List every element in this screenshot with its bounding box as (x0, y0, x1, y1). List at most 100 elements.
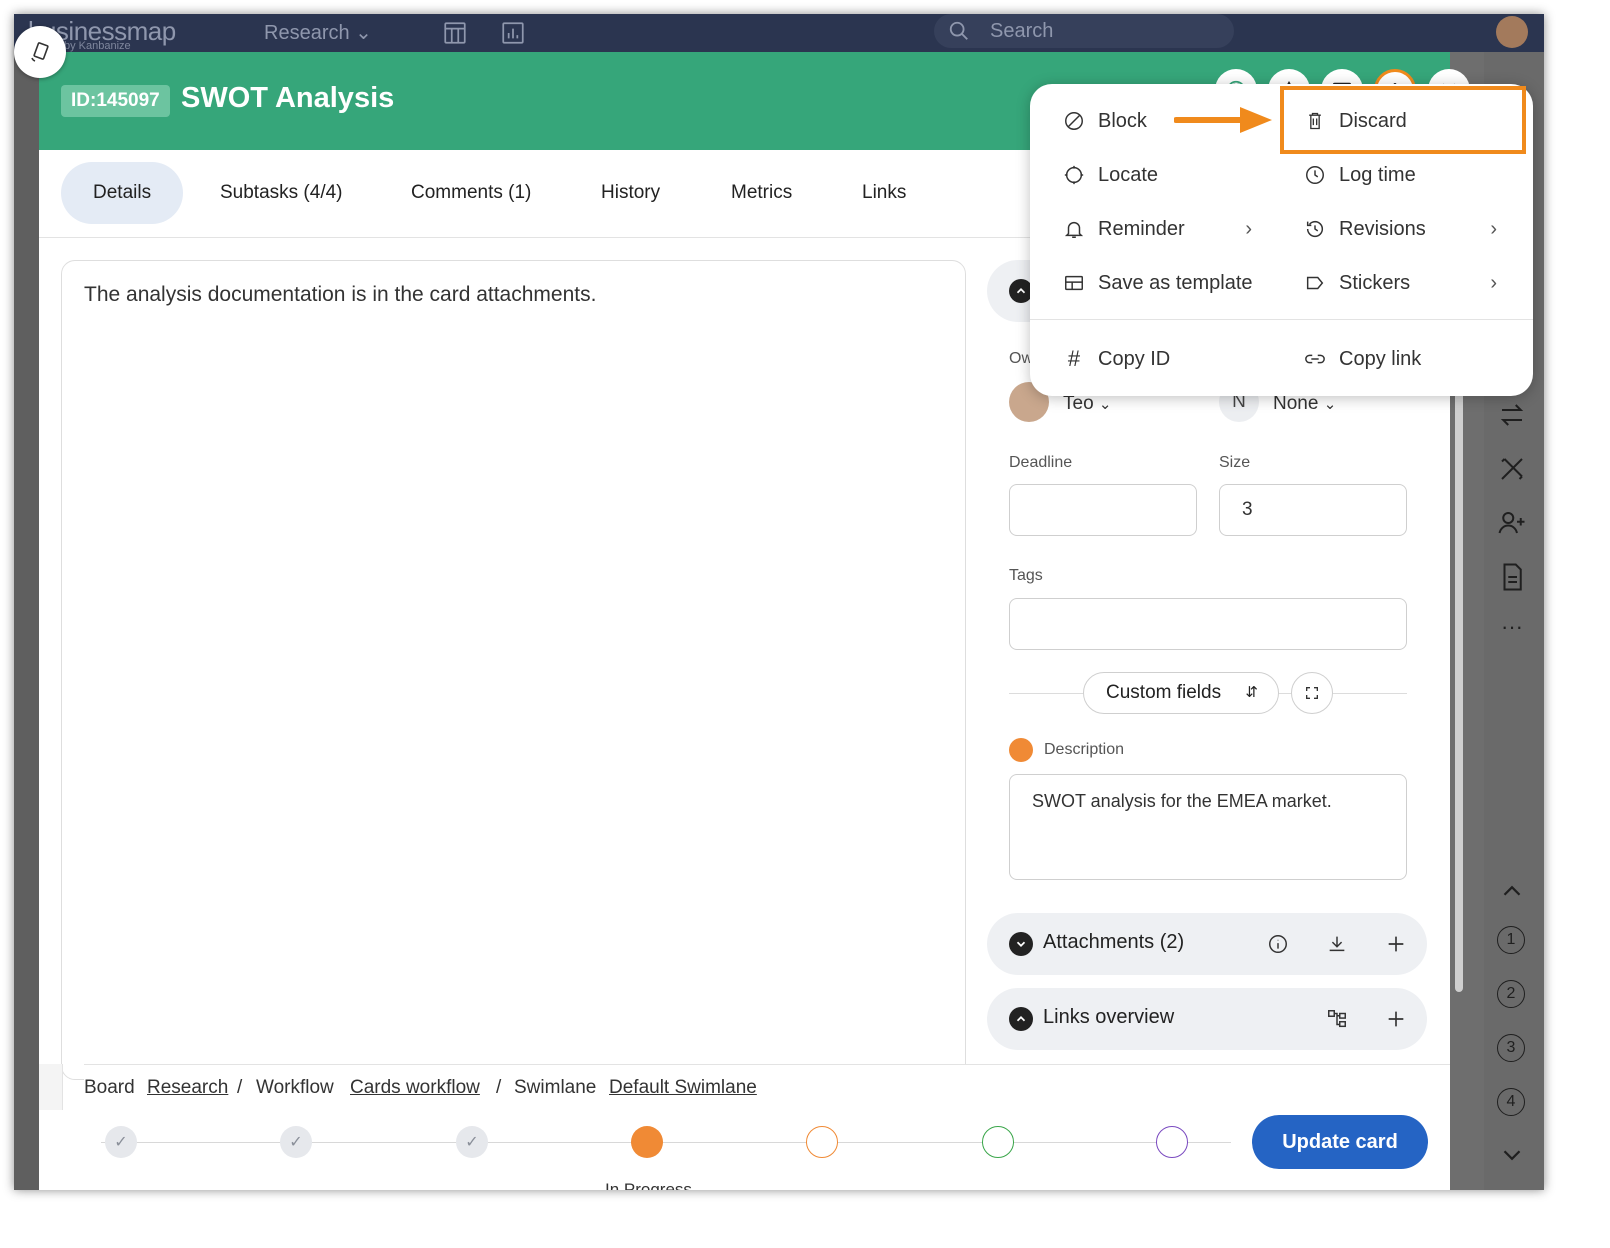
workflow-progress: ✓ ✓ ✓ In Progress Update card (39, 1110, 1450, 1190)
menu-item-revisions[interactable]: Revisions › (1303, 209, 1497, 249)
breadcrumb-separator: / (496, 1077, 502, 1098)
annotation-arrow-icon (1174, 107, 1272, 133)
app-logo-sub: by Kanbanize (64, 40, 131, 52)
tags-field[interactable] (1009, 598, 1407, 650)
board-view-icon[interactable] (442, 20, 468, 46)
workspace-switcher[interactable]: Research ⌄ (264, 20, 372, 45)
menu-item-label: Copy ID (1098, 347, 1171, 370)
details-text: The analysis documentation is in the car… (84, 283, 597, 306)
swimlane-link[interactable]: Default Swimlane (609, 1077, 757, 1099)
tab-links[interactable]: Links (830, 162, 938, 224)
document-icon[interactable] (1497, 562, 1527, 592)
tab-subtasks[interactable]: Subtasks (4/4) (188, 162, 375, 224)
size-value: 3 (1242, 499, 1253, 520)
co-owner-name: None (1273, 393, 1319, 414)
scrollbar[interactable] (1455, 352, 1463, 992)
description-color-dot (1009, 738, 1033, 762)
bell-icon (1062, 217, 1086, 241)
step-done[interactable]: ✓ (105, 1126, 137, 1158)
hierarchy-icon[interactable] (1326, 1008, 1348, 1030)
clock-icon (1303, 163, 1327, 187)
size-field[interactable]: 3 (1219, 484, 1407, 536)
workflow-label: Workflow (256, 1077, 334, 1098)
description-field[interactable]: SWOT analysis for the EMEA market. (1009, 774, 1407, 880)
deadline-field[interactable] (1009, 484, 1197, 536)
menu-item-block[interactable]: Block (1062, 101, 1147, 141)
step-4-icon[interactable]: 4 (1497, 1088, 1525, 1116)
step-3-icon[interactable]: 3 (1497, 1034, 1525, 1062)
download-icon[interactable] (1326, 933, 1348, 955)
analytics-icon[interactable] (500, 20, 526, 46)
owner-select[interactable]: Teo ⌄ (1063, 393, 1112, 415)
details-editor[interactable]: The analysis documentation is in the car… (61, 260, 966, 1080)
menu-item-log-time[interactable]: Log time (1303, 155, 1416, 195)
menu-item-copy-link[interactable]: Copy link (1303, 339, 1421, 379)
menu-item-label: Copy link (1339, 347, 1422, 370)
collapse-arrows-icon: ⇵ (1245, 684, 1258, 701)
history-icon (1303, 217, 1327, 241)
board-background-left (14, 52, 39, 1190)
workflow-link[interactable]: Cards workflow (350, 1077, 480, 1099)
step-1-icon[interactable]: 1 (1497, 926, 1525, 954)
menu-item-label: Revisions (1339, 217, 1426, 240)
hash-icon: # (1067, 346, 1081, 371)
expand-button[interactable] (1291, 672, 1333, 714)
custom-fields-toggle[interactable]: Custom fields ⇵ (1083, 672, 1279, 714)
fullscreen-icon (1306, 687, 1318, 699)
menu-item-stickers[interactable]: Stickers › (1303, 263, 1497, 303)
attachments-section[interactable]: Attachments (2) (987, 913, 1427, 975)
menu-item-reminder[interactable]: Reminder › (1062, 209, 1252, 249)
info-icon[interactable] (1267, 933, 1289, 955)
tags-label: Tags (1009, 567, 1043, 584)
swimlane-label: Swimlane (514, 1077, 597, 1098)
user-avatar[interactable] (1496, 16, 1528, 48)
menu-item-save-as-template[interactable]: Save as template (1062, 263, 1253, 303)
step-next[interactable] (806, 1126, 838, 1158)
card-title[interactable]: SWOT Analysis (181, 82, 394, 115)
tools-icon[interactable] (1497, 454, 1527, 484)
menu-item-label: Log time (1339, 163, 1416, 186)
tab-details[interactable]: Details (61, 162, 184, 224)
deadline-label: Deadline (1009, 454, 1073, 471)
links-overview-section[interactable]: Links overview (987, 988, 1427, 1050)
plus-icon[interactable] (1385, 1008, 1407, 1030)
tab-metrics[interactable]: Metrics (699, 162, 824, 224)
chevron-down-icon[interactable] (1497, 1140, 1527, 1170)
chevron-down-icon: ⌄ (1323, 396, 1337, 413)
search-input[interactable]: Search (934, 14, 1234, 48)
description-label: Description (1044, 741, 1125, 758)
menu-divider (1030, 319, 1533, 320)
current-step-label: In Progress (605, 1180, 692, 1190)
more-tools-icon[interactable]: ··· (1497, 614, 1527, 644)
rotate-device-button[interactable] (14, 26, 66, 78)
size-label: Size (1219, 454, 1251, 471)
block-icon (1062, 109, 1086, 133)
step-current[interactable] (631, 1126, 663, 1158)
chevron-up-icon (1009, 1007, 1033, 1031)
menu-item-copy-id[interactable]: # Copy ID (1062, 339, 1170, 379)
menu-item-locate[interactable]: Locate (1062, 155, 1158, 195)
swap-icon[interactable] (1497, 400, 1527, 430)
workspace-label: Research (264, 22, 350, 44)
step-next[interactable] (1156, 1126, 1188, 1158)
plus-icon[interactable] (1385, 933, 1407, 955)
tab-history[interactable]: History (569, 162, 692, 224)
co-owner-select[interactable]: None ⌄ (1273, 393, 1336, 415)
add-user-icon[interactable] (1497, 508, 1527, 538)
chevron-up-icon[interactable] (1497, 876, 1527, 906)
sticker-icon (1303, 271, 1327, 295)
step-done[interactable]: ✓ (456, 1126, 488, 1158)
board-link[interactable]: Research (147, 1077, 228, 1099)
chevron-down-icon: ⌄ (1098, 396, 1112, 413)
tab-comments[interactable]: Comments (1) (379, 162, 563, 224)
step-2-icon[interactable]: 2 (1497, 980, 1525, 1008)
progress-line (101, 1142, 1231, 1143)
step-done[interactable]: ✓ (280, 1126, 312, 1158)
menu-item-label: Locate (1098, 163, 1159, 186)
breadcrumb: Board Research / Workflow Cards workflow… (84, 1064, 1450, 1110)
chevron-down-icon: ⌄ (355, 22, 372, 44)
step-next[interactable] (982, 1126, 1014, 1158)
board-label: Board (84, 1077, 135, 1098)
update-card-button[interactable]: Update card (1252, 1115, 1428, 1169)
chevron-right-icon: › (1490, 271, 1497, 294)
